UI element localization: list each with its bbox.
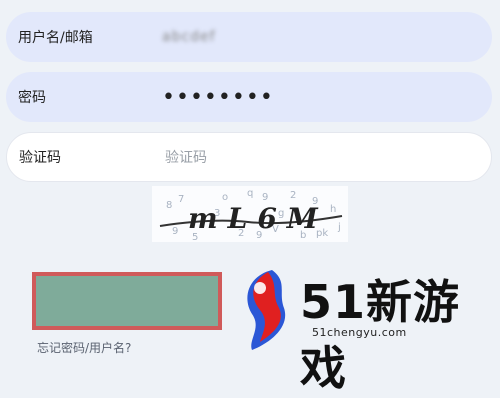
watermark-logo: 51新游戏 51chengyu.com (236, 260, 500, 395)
login-button[interactable] (32, 272, 222, 330)
username-value[interactable]: abcdef (162, 29, 216, 45)
svg-text:7: 7 (178, 194, 184, 205)
svg-text:q: q (247, 188, 253, 199)
captcha-input[interactable] (163, 149, 367, 167)
svg-text:j: j (337, 222, 341, 233)
captcha-image[interactable]: 87o q92 9h9 529 Vb pk j3g mL6M (152, 186, 348, 242)
password-value[interactable]: •••••••• (162, 85, 274, 110)
svg-text:2: 2 (290, 190, 296, 201)
forgot-password-link[interactable]: 忘记密码/用户名? (37, 339, 131, 356)
svg-text:9: 9 (172, 226, 178, 237)
logo-icon (247, 270, 286, 350)
svg-text:h: h (330, 204, 336, 215)
svg-text:8: 8 (166, 200, 172, 211)
username-label: 用户名/邮箱 (18, 30, 93, 46)
captcha-label: 验证码 (19, 150, 61, 166)
watermark-url: 51chengyu.com (312, 326, 407, 339)
username-field[interactable]: 用户名/邮箱 abcdef (6, 12, 492, 62)
password-field[interactable]: 密码 •••••••• (6, 72, 492, 122)
captcha-text: mL6M (188, 202, 328, 235)
captcha-field[interactable]: 验证码 (6, 132, 492, 182)
password-label: 密码 (18, 90, 46, 106)
